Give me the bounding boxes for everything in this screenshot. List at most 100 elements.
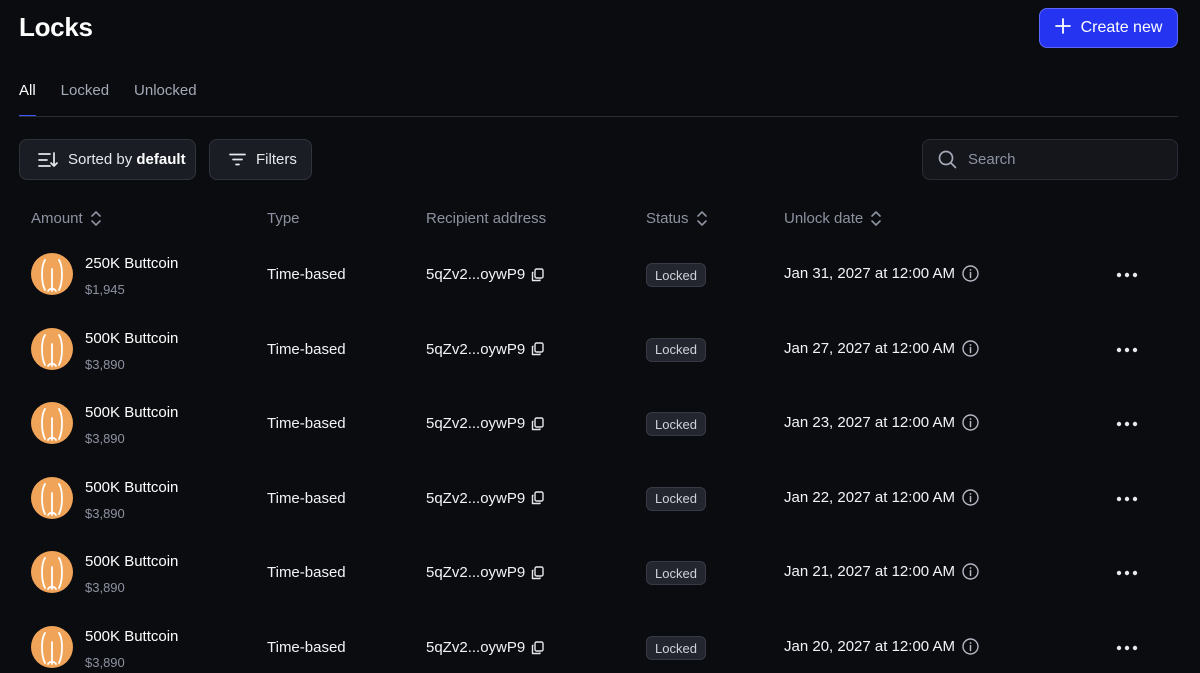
copy-icon[interactable] (531, 416, 544, 431)
buttcoin-logo-icon (31, 626, 73, 668)
amount-usd-value: $1,945 (85, 282, 125, 297)
sort-prefix: Sorted by (68, 151, 133, 168)
column-header-type: Type (267, 210, 300, 227)
tabs: All Locked Unlocked (19, 82, 197, 117)
info-icon[interactable] (962, 489, 979, 506)
recipient-address-value: 5qZv2...oywP9 (426, 266, 526, 283)
info-icon[interactable] (962, 638, 979, 655)
type-value: Time-based (267, 266, 346, 283)
column-header-type-label: Type (267, 210, 300, 227)
column-header-unlock-date[interactable]: Unlock date (784, 210, 882, 227)
sort-icon (38, 151, 58, 169)
amount-value: 500K Buttcoin (85, 628, 179, 645)
amount-value: 500K Buttcoin (85, 329, 179, 347)
buttcoin-logo-icon (31, 253, 73, 295)
amount-usd-value: $3,890 (85, 655, 125, 670)
unlock-date: Jan 31, 2027 at 12:00 AM (784, 265, 979, 282)
unlock-date-value: Jan 23, 2027 at 12:00 AM (784, 414, 955, 432)
create-new-label: Create new (1080, 19, 1163, 36)
buttcoin-logo-icon (31, 327, 73, 370)
info-icon[interactable] (962, 563, 979, 581)
unlock-date-value: Jan 21, 2027 at 12:00 AM (784, 563, 955, 581)
column-header-recipient-label: Recipient address (426, 210, 547, 227)
status-badge: Locked (646, 636, 706, 660)
more-horizontal-icon[interactable] (1116, 637, 1138, 659)
type-value: Time-based (267, 564, 346, 582)
column-header-unlock-date-label: Unlock date (784, 210, 864, 227)
info-icon[interactable] (962, 265, 979, 282)
search-input[interactable] (968, 151, 1158, 168)
amount-value: 500K Buttcoin (85, 553, 179, 571)
recipient-address: 5qZv2...oywP9 (426, 266, 544, 283)
amount-usd-value: $3,890 (85, 580, 125, 596)
chevron-up-down-icon (696, 210, 708, 227)
copy-icon[interactable] (531, 267, 544, 282)
unlock-date-value: Jan 31, 2027 at 12:00 AM (784, 265, 955, 282)
more-horizontal-icon[interactable] (1116, 413, 1138, 435)
amount-value: 500K Buttcoin (85, 478, 179, 496)
table-row[interactable]: 500K Buttcoin $3,890 Time-based 5qZv2...… (0, 535, 1200, 609)
more-horizontal-icon[interactable] (1116, 488, 1138, 510)
filters-label: Filters (256, 151, 297, 168)
chevron-up-down-icon (870, 210, 882, 227)
unlock-date: Jan 27, 2027 at 12:00 AM (784, 340, 979, 357)
create-new-button[interactable]: Create new (1039, 8, 1178, 48)
copy-icon[interactable] (531, 342, 544, 356)
tabs-divider (19, 116, 1178, 117)
more-horizontal-icon[interactable] (1116, 339, 1138, 361)
table-row[interactable]: 500K Buttcoin $3,890 Time-based 5qZv2...… (0, 312, 1200, 386)
recipient-address: 5qZv2...oywP9 (426, 341, 544, 358)
plus-icon (1054, 17, 1071, 39)
column-header-amount[interactable]: Amount (31, 210, 102, 227)
sort-value: default (136, 151, 186, 168)
page-title: Locks (19, 12, 93, 42)
type-value: Time-based (267, 340, 346, 358)
table-row[interactable]: 250K Buttcoin $1,945 Time-based 5qZv2...… (0, 237, 1200, 311)
amount-value: 500K Buttcoin (85, 404, 179, 422)
amount-usd-value: $3,890 (85, 505, 125, 521)
column-header-amount-label: Amount (31, 210, 83, 227)
buttcoin-logo-icon (31, 402, 73, 445)
amount-value: 250K Buttcoin (85, 255, 179, 272)
status-badge: Locked (646, 486, 706, 511)
more-horizontal-icon[interactable] (1116, 264, 1138, 286)
unlock-date: Jan 23, 2027 at 12:00 AM (784, 414, 979, 431)
table-row[interactable]: 500K Buttcoin $3,890 Time-based 5qZv2...… (0, 386, 1200, 460)
search-box[interactable] (922, 139, 1178, 180)
column-header-recipient: Recipient address (426, 210, 546, 227)
tab-unlocked[interactable]: Unlocked (134, 82, 197, 117)
table-row[interactable]: 500K Buttcoin $3,890 Time-based 5qZv2...… (0, 461, 1200, 535)
amount-usd-value: $3,890 (85, 356, 125, 372)
recipient-address: 5qZv2...oywP9 (426, 639, 544, 656)
info-icon[interactable] (962, 414, 979, 431)
copy-icon[interactable] (531, 566, 544, 580)
filters-button[interactable]: Filters (209, 139, 312, 180)
table-row[interactable]: 500K Buttcoin $3,890 Time-based 5qZv2...… (0, 610, 1200, 673)
search-icon (938, 150, 957, 169)
column-header-status[interactable]: Status (646, 210, 708, 227)
tab-locked[interactable]: Locked (61, 82, 109, 117)
type-value: Time-based (267, 489, 346, 507)
unlock-date: Jan 20, 2027 at 12:00 AM (784, 638, 979, 655)
status-badge: Locked (646, 412, 706, 437)
recipient-address-value: 5qZv2...oywP9 (426, 340, 526, 358)
unlock-date-value: Jan 20, 2027 at 12:00 AM (784, 638, 955, 655)
copy-icon[interactable] (531, 640, 544, 655)
status-badge: Locked (646, 337, 706, 362)
recipient-address: 5qZv2...oywP9 (426, 564, 544, 581)
filter-icon (229, 153, 246, 166)
info-icon[interactable] (962, 339, 979, 357)
sort-button[interactable]: Sorted by default (19, 139, 196, 180)
status-badge: Locked (646, 561, 706, 586)
type-value: Time-based (267, 639, 346, 656)
chevron-up-down-icon (90, 210, 102, 227)
recipient-address-value: 5qZv2...oywP9 (426, 415, 526, 433)
buttcoin-logo-icon (31, 551, 73, 594)
type-value: Time-based (267, 415, 346, 433)
unlock-date-value: Jan 22, 2027 at 12:00 AM (784, 488, 955, 506)
more-horizontal-icon[interactable] (1116, 562, 1138, 584)
recipient-address-value: 5qZv2...oywP9 (426, 564, 526, 582)
copy-icon[interactable] (531, 491, 544, 505)
tab-all[interactable]: All (19, 82, 36, 117)
recipient-address-value: 5qZv2...oywP9 (426, 639, 526, 656)
